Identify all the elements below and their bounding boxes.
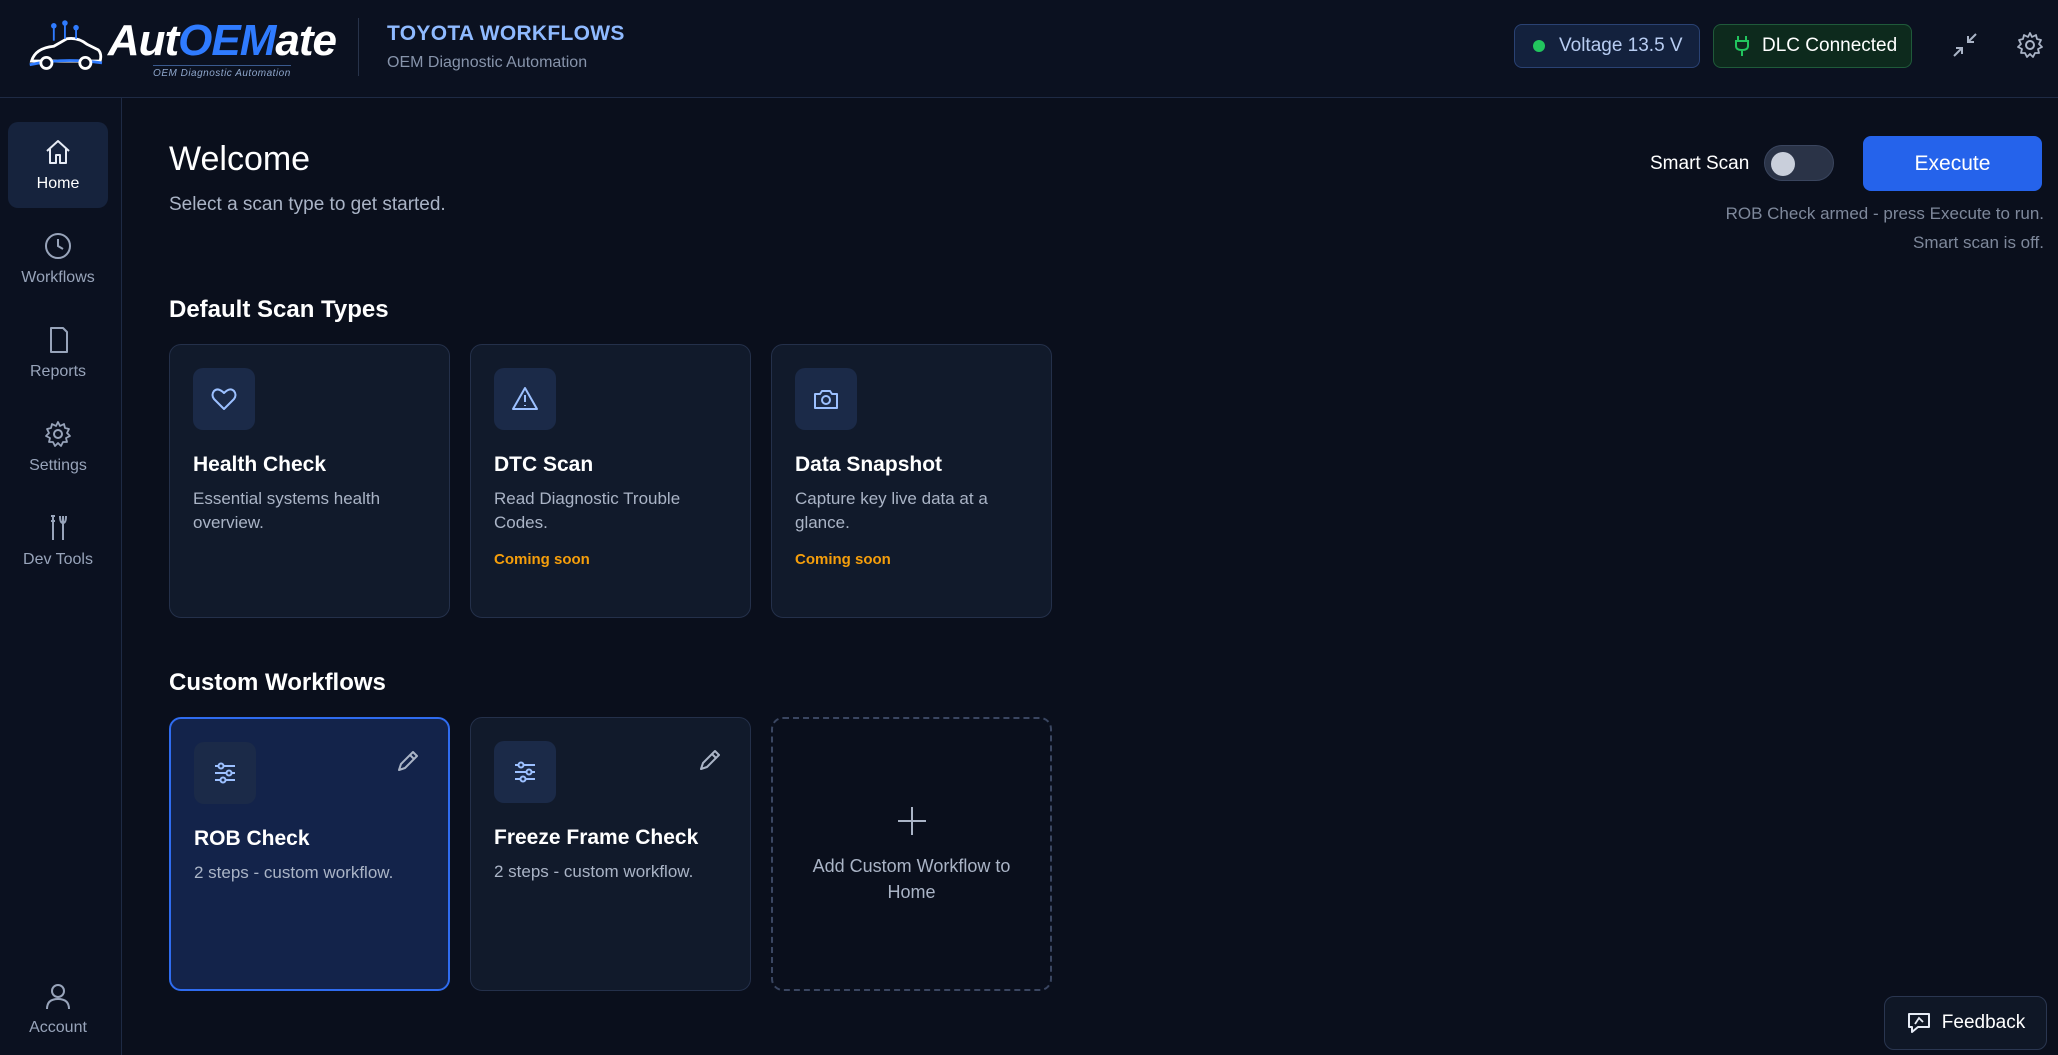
feedback-label: Feedback — [1941, 1012, 2026, 1033]
card-icon-box — [194, 742, 256, 804]
sidebar-item-account[interactable]: Account — [8, 966, 108, 1052]
add-workflow-label: Add Custom Workflow to Home — [812, 856, 1011, 902]
sidebar-item-label: Account — [29, 1019, 87, 1036]
app-title: TOYOTA WORKFLOWS — [387, 22, 625, 45]
sliders-icon — [515, 761, 535, 783]
sidebar-item-workflows[interactable]: Workflows — [8, 216, 108, 302]
page-subtitle: Select a scan type to get started. — [169, 194, 446, 215]
dlc-status-badge: DLC Connected — [1713, 24, 1912, 68]
collapse-icon[interactable] — [1950, 30, 1980, 60]
smart-scan-toggle[interactable] — [1764, 145, 1834, 181]
voltage-status-dot — [1533, 40, 1545, 52]
logo-tagline: OEM Diagnostic Automation — [153, 65, 291, 79]
coming-soon-badge: Coming soon — [494, 551, 590, 568]
sidebar-item-settings[interactable]: Settings — [8, 404, 108, 490]
car-logo-icon — [29, 20, 103, 70]
card-icon-box — [795, 368, 857, 430]
card-description: 2 steps - custom workflow. — [494, 862, 694, 881]
card-title: ROB Check — [194, 827, 310, 850]
plus-icon — [897, 807, 926, 835]
tools-icon — [51, 515, 67, 540]
settings-gear-icon[interactable] — [2015, 30, 2045, 60]
sidebar-item-dev-tools[interactable]: Dev Tools — [8, 498, 108, 584]
default-scan-types-heading: Default Scan Types — [169, 296, 389, 323]
card-title: Health Check — [193, 453, 327, 476]
header-titles: TOYOTA WORKFLOWS OEM Diagnostic Automati… — [387, 22, 625, 72]
sidebar-item-home[interactable]: Home — [8, 122, 108, 208]
home-icon — [46, 140, 70, 164]
gear-icon — [45, 421, 71, 447]
smart-scan-status-text: Smart scan is off. — [1912, 233, 2044, 252]
camera-icon — [814, 390, 838, 409]
edit-pencil-icon[interactable] — [696, 746, 724, 774]
freeze-frame-check-card[interactable]: Freeze Frame Check 2 steps - custom work… — [470, 717, 751, 991]
logo-word-accent: OEM — [178, 16, 276, 65]
sidebar-item-reports[interactable]: Reports — [8, 310, 108, 396]
card-description: Essential systems health overview. — [193, 489, 381, 532]
header-divider — [358, 18, 359, 76]
sliders-icon — [215, 762, 235, 784]
sidebar-item-label: Home — [36, 175, 80, 192]
edit-pencil-icon[interactable] — [394, 747, 422, 775]
card-description: 2 steps - custom workflow. — [194, 863, 394, 882]
dlc-label: DLC Connected — [1762, 35, 1898, 56]
page-title: Welcome — [169, 140, 311, 178]
dtc-scan-card[interactable]: DTC Scan Read Diagnostic Trouble Codes. … — [470, 344, 751, 618]
clock-icon — [45, 233, 71, 259]
card-icon-box — [193, 368, 255, 430]
sidebar-item-label: Dev Tools — [23, 551, 93, 568]
custom-workflows-heading: Custom Workflows — [169, 669, 386, 696]
smart-scan-label: Smart Scan — [1650, 153, 1750, 174]
add-custom-workflow-card[interactable]: Add Custom Workflow to Home — [771, 717, 1052, 991]
plug-icon — [1735, 36, 1749, 56]
user-icon — [46, 984, 70, 1010]
warning-icon — [512, 387, 538, 410]
sidebar: Home Workflows Reports Settings Dev Tool… — [0, 98, 122, 1055]
coming-soon-badge: Coming soon — [795, 551, 891, 568]
document-icon — [50, 327, 68, 353]
app-subtitle: OEM Diagnostic Automation — [387, 54, 588, 71]
armed-status-text: ROB Check armed - press Execute to run. — [1725, 204, 2044, 223]
logo-wordmark: AutOEMate OEM Diagnostic Automation — [107, 16, 337, 80]
health-check-card[interactable]: Health Check Essential systems health ov… — [169, 344, 450, 618]
execute-button[interactable]: Execute — [1863, 136, 2042, 191]
feedback-icon — [1907, 1013, 1930, 1033]
toggle-knob — [1771, 152, 1795, 176]
app-logo: AutOEMate OEM Diagnostic Automation — [26, 14, 337, 84]
rob-check-card[interactable]: ROB Check 2 steps - custom workflow. — [169, 717, 450, 991]
voltage-label: Voltage 13.5 V — [1559, 35, 1683, 56]
card-icon-box — [494, 741, 556, 803]
sidebar-item-label: Settings — [29, 457, 87, 474]
sidebar-item-label: Workflows — [21, 269, 95, 286]
card-title: Freeze Frame Check — [494, 826, 699, 849]
voltage-badge: Voltage 13.5 V — [1514, 24, 1700, 68]
card-title: DTC Scan — [494, 453, 594, 476]
sidebar-item-label: Reports — [29, 363, 87, 380]
heart-icon — [211, 388, 237, 410]
data-snapshot-card[interactable]: Data Snapshot Capture key live data at a… — [771, 344, 1052, 618]
card-title: Data Snapshot — [795, 453, 943, 476]
logo-word-end: ate — [275, 16, 337, 65]
feedback-button[interactable]: Feedback — [1884, 996, 2047, 1050]
card-description: Capture key live data at a glance. — [795, 489, 988, 532]
app-header: AutOEMate OEM Diagnostic Automation TOYO… — [0, 0, 2058, 98]
logo-word-main: Aut — [107, 16, 179, 65]
card-icon-box — [494, 368, 556, 430]
card-description: Read Diagnostic Trouble Codes. — [494, 489, 681, 532]
